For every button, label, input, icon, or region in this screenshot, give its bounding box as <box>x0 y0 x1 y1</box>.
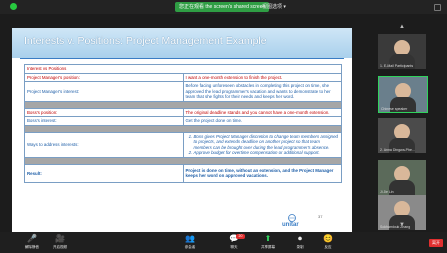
chat-button[interactable]: 💬 聊天 20 <box>222 234 246 252</box>
participant-name: Chinese speaker <box>381 107 408 111</box>
record-button[interactable]: ⏺ 录制 <box>288 234 312 252</box>
share-screen-button[interactable]: ⬆ 共享屏幕 <box>256 234 280 252</box>
row-value: I want a one-month extension to finish t… <box>182 72 342 82</box>
reaction-icon: 😊 <box>323 234 333 243</box>
toolbar-label: 共享屏幕 <box>261 245 275 249</box>
microphone-icon: 🎤 <box>27 234 37 243</box>
slide-title-band: Interests v. Positions: Project Manageme… <box>12 28 352 58</box>
fullscreen-icon[interactable] <box>434 4 441 11</box>
row-value: Project is done on time, without an exte… <box>182 163 342 183</box>
list-item: Boss gives Project Manager discretion to… <box>194 134 340 151</box>
participants-button[interactable]: 👥 参会者 <box>178 234 202 252</box>
row-label: Result: <box>24 163 184 183</box>
video-camera-icon: 🎥 <box>55 234 65 243</box>
chevron-down-icon[interactable]: ▼ <box>398 222 406 228</box>
top-bar: 您正在观看 the screen's shared screen 视图选项 ▾ <box>0 0 447 14</box>
ways-list: Boss gives Project Manager discretion to… <box>186 134 340 156</box>
separator-row <box>24 156 342 165</box>
unmute-button[interactable]: 🎤 解除静音 <box>20 234 44 252</box>
participant-name: Ji Jie Lin <box>380 190 394 194</box>
participant-video-tile[interactable]: Ji Jie Lin <box>378 160 426 195</box>
table-header-cell: Interest vs Positions <box>24 64 342 74</box>
toolbar-label: 反应 <box>324 245 332 249</box>
row-label: Boss's position: <box>24 107 184 117</box>
table-row: Ways to address interests: Boss gives Pro… <box>24 131 342 158</box>
toolbar-label: 开启视频 <box>53 245 67 249</box>
row-label: Project Manager's position: <box>24 72 184 82</box>
separator-row <box>24 124 342 133</box>
toolbar-label: 聊天 <box>230 245 238 249</box>
row-value: The original deadline stands and you can… <box>182 107 342 117</box>
shared-slide: Interests v. Positions: Project Manageme… <box>12 28 352 234</box>
chat-count-badge: 20 <box>236 234 245 239</box>
table-row: Project Manager's interest: Before facing… <box>24 81 342 102</box>
security-shield-icon[interactable] <box>10 3 17 10</box>
chevron-up-icon[interactable]: ▲ <box>398 24 406 30</box>
toolbar-label: 解除静音 <box>25 245 39 249</box>
row-label: Ways to address interests: <box>24 131 184 158</box>
view-options-button[interactable]: 视图选项 ▾ <box>262 2 286 12</box>
table-row <box>24 124 342 133</box>
row-value: Boss gives Project Manager discretion to… <box>182 131 342 158</box>
reactions-button[interactable]: 😊 反应 <box>316 234 340 252</box>
start-video-button[interactable]: 🎥 开启视频 <box>48 234 72 252</box>
row-value: Get the project done on time. <box>182 116 342 126</box>
participants-icon: 👥 <box>185 234 195 243</box>
slide-page-number: 37 <box>318 214 323 219</box>
share-icon: ⬆ <box>264 234 272 243</box>
row-value: Before facing unforeseen obstacles in co… <box>182 81 342 102</box>
participant-video-tile[interactable]: 2. Anna Dingwa-Phe... <box>378 118 426 153</box>
table-row: Interest vs Positions <box>24 64 342 74</box>
table-row: Project Manager's position: I want a one-… <box>24 72 342 82</box>
separator-row <box>24 100 342 109</box>
participant-name: 2. Anna Dingwa-Phe... <box>380 148 415 152</box>
participant-video-tile[interactable]: 1. E-Mail Participants <box>378 34 426 69</box>
row-label: Boss's interest: <box>24 116 184 126</box>
toolbar-label: 录制 <box>296 245 304 249</box>
table-row: Boss's position: The original deadline st… <box>24 107 342 117</box>
participant-video-tile[interactable]: Chinese speaker <box>378 76 428 113</box>
share-status-banner: 您正在观看 the screen's shared screen <box>175 2 270 12</box>
interest-position-table: Interest vs Positions Project Manager's p… <box>24 64 342 183</box>
slide-title: Interests v. Positions: Project Manageme… <box>24 35 267 47</box>
slide-divider <box>20 58 344 59</box>
table-row: Result: Project is done on time, without … <box>24 163 342 183</box>
record-icon: ⏺ <box>298 234 302 243</box>
meeting-toolbar: 🎤 解除静音 🎥 开启视频 👥 参会者 💬 聊天 20 ⬆ 共享屏幕 ⏺ 录制 😊 反应 离开 <box>0 232 447 253</box>
toolbar-label: 参会者 <box>184 245 196 249</box>
un-emblem-icon <box>288 214 296 222</box>
table-row <box>24 156 342 165</box>
unitar-logo-text: unitar <box>282 222 299 228</box>
row-label: Project Manager's interest: <box>24 81 184 102</box>
participant-name: 1. E-Mail Participants <box>380 64 414 68</box>
table-row: Boss's interest: Get the project done on … <box>24 116 342 126</box>
table-row <box>24 100 342 109</box>
leave-meeting-button[interactable]: 离开 <box>429 239 443 247</box>
list-item: Approve budget for overtime compensation… <box>194 150 340 156</box>
